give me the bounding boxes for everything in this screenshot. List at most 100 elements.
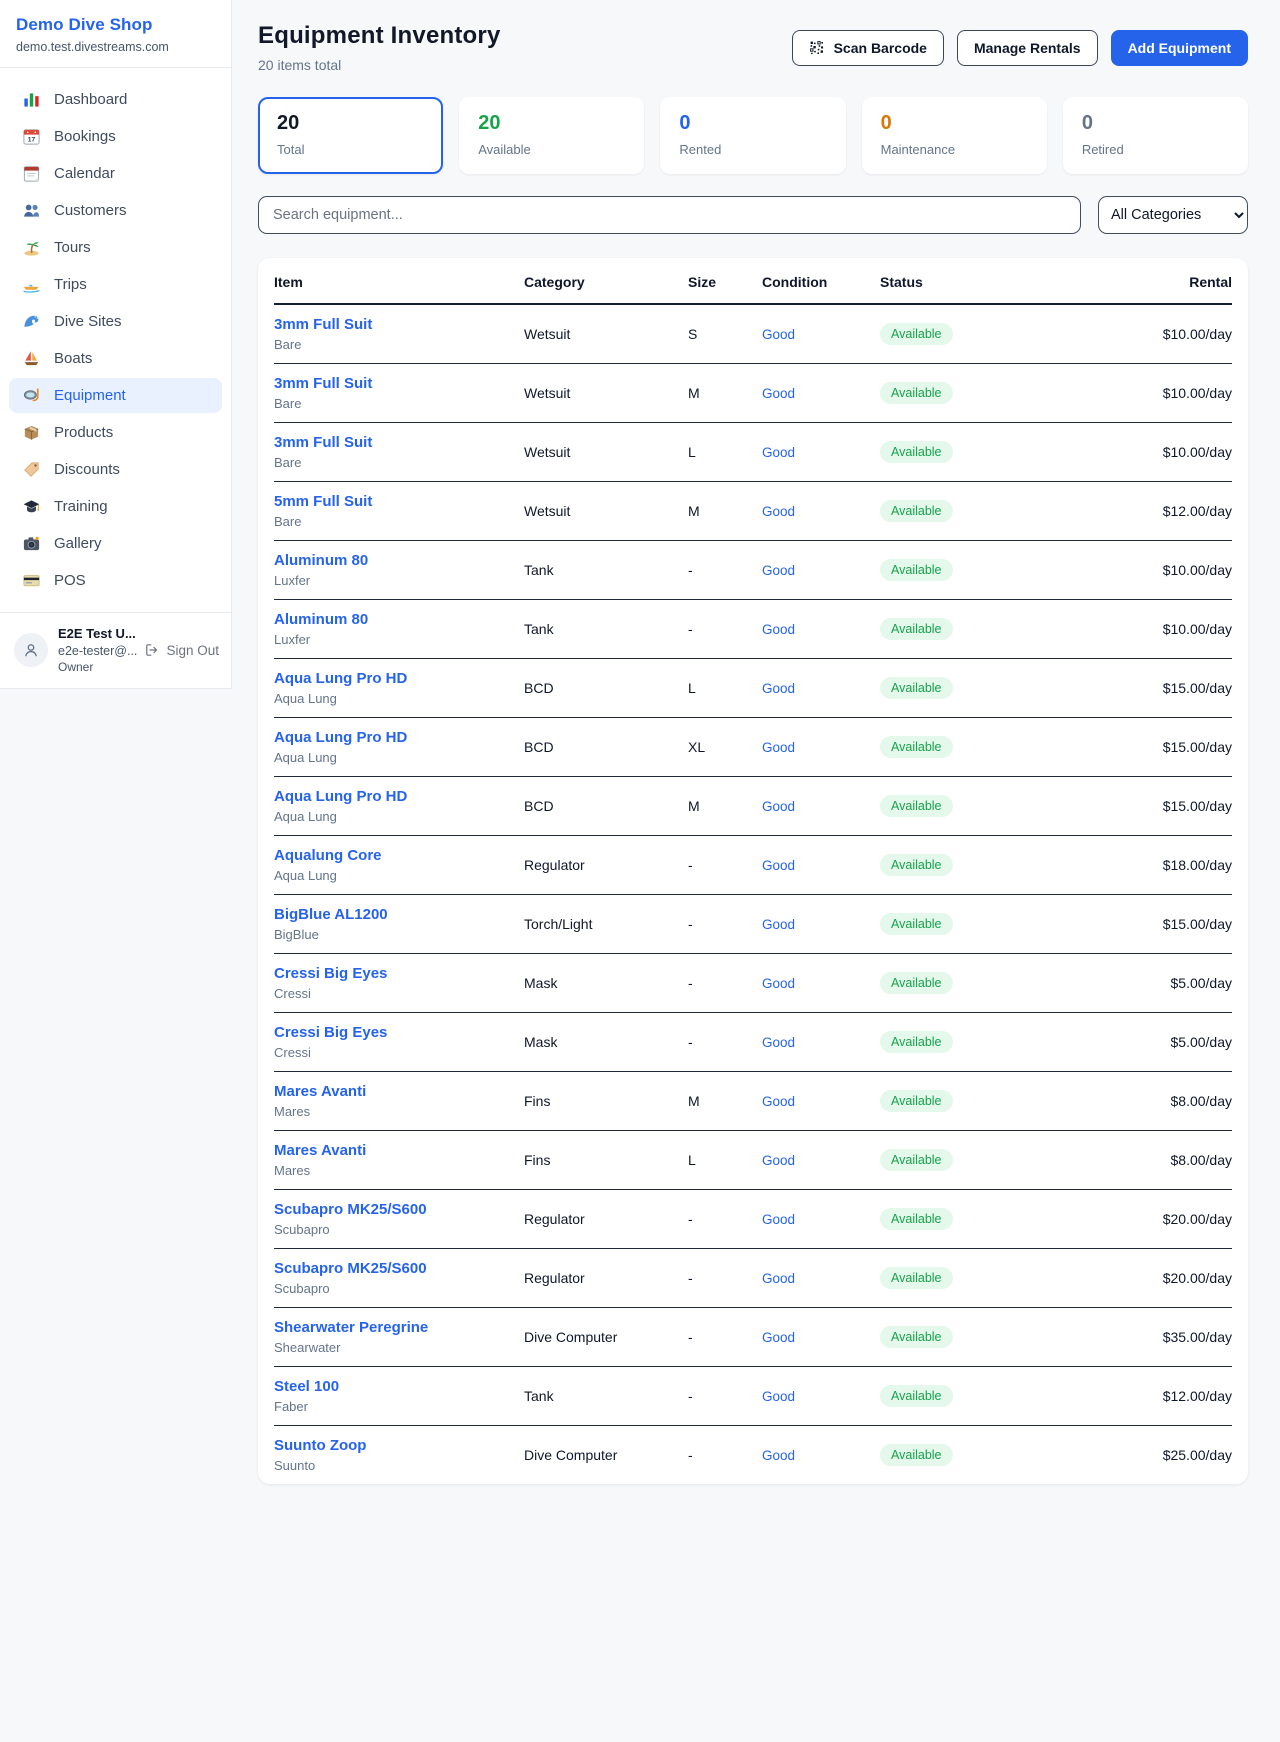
sidebar-item-trips[interactable]: Trips (9, 267, 222, 302)
search-input[interactable] (258, 196, 1081, 234)
item-size: - (688, 895, 762, 954)
header-actions: Scan Barcode Manage Rentals Add Equipmen… (792, 30, 1248, 66)
sidebar-nav: Dashboard 17 Bookings Calendar Customers… (0, 68, 231, 612)
item-rental: $10.00/day (1080, 423, 1232, 482)
sidebar-item-label: Discounts (54, 461, 120, 478)
item-category: BCD (524, 659, 688, 718)
stat-card-rented[interactable]: 0 Rented (660, 97, 845, 174)
item-link[interactable]: Mares Avanti (274, 1083, 524, 1100)
item-rental: $10.00/day (1080, 364, 1232, 423)
item-link[interactable]: Shearwater Peregrine (274, 1319, 524, 1336)
condition-link[interactable]: Good (762, 1094, 795, 1109)
item-link[interactable]: Aluminum 80 (274, 552, 524, 569)
sidebar-item-dive-sites[interactable]: Dive Sites (9, 304, 222, 339)
item-brand: Bare (274, 337, 524, 352)
condition-link[interactable]: Good (762, 1271, 795, 1286)
condition-link[interactable]: Good (762, 622, 795, 637)
package-icon (22, 423, 41, 442)
item-link[interactable]: Aluminum 80 (274, 611, 524, 628)
condition-link[interactable]: Good (762, 799, 795, 814)
scan-barcode-button[interactable]: Scan Barcode (792, 30, 944, 66)
item-rental: $10.00/day (1080, 541, 1232, 600)
sidebar-item-label: Calendar (54, 165, 115, 182)
sidebar-item-customers[interactable]: Customers (9, 193, 222, 228)
stat-card-retired[interactable]: 0 Retired (1063, 97, 1248, 174)
item-link[interactable]: Steel 100 (274, 1378, 524, 1395)
item-link[interactable]: 3mm Full Suit (274, 375, 524, 392)
condition-link[interactable]: Good (762, 1212, 795, 1227)
user-role: Owner (58, 659, 134, 675)
condition-link[interactable]: Good (762, 1035, 795, 1050)
item-link[interactable]: Cressi Big Eyes (274, 965, 524, 982)
item-link[interactable]: Cressi Big Eyes (274, 1024, 524, 1041)
item-link[interactable]: Scubapro MK25/S600 (274, 1201, 524, 1218)
sidebar-item-dashboard[interactable]: Dashboard (9, 82, 222, 117)
item-link[interactable]: Aqua Lung Pro HD (274, 670, 524, 687)
stat-card-maintenance[interactable]: 0 Maintenance (862, 97, 1047, 174)
sidebar-item-training[interactable]: Training (9, 489, 222, 524)
column-header-category: Category (524, 258, 688, 304)
condition-link[interactable]: Good (762, 445, 795, 460)
condition-link[interactable]: Good (762, 386, 795, 401)
stat-card-available[interactable]: 20 Available (459, 97, 644, 174)
brand: Demo Dive Shop demo.test.divestreams.com (0, 0, 231, 67)
item-brand: Aqua Lung (274, 809, 524, 824)
sailboat-icon (22, 349, 41, 368)
table-row: Scubapro MK25/S600 Scubapro Regulator - … (274, 1190, 1232, 1249)
sidebar-item-calendar[interactable]: Calendar (9, 156, 222, 191)
item-link[interactable]: BigBlue AL1200 (274, 906, 524, 923)
category-select[interactable]: All Categories (1098, 196, 1248, 234)
condition-link[interactable]: Good (762, 1330, 795, 1345)
item-link[interactable]: 5mm Full Suit (274, 493, 524, 510)
condition-link[interactable]: Good (762, 740, 795, 755)
sidebar-item-tours[interactable]: Tours (9, 230, 222, 265)
column-header-status: Status (880, 258, 1080, 304)
item-brand: Scubapro (274, 1281, 524, 1296)
item-rental: $20.00/day (1080, 1190, 1232, 1249)
condition-link[interactable]: Good (762, 504, 795, 519)
sidebar-item-pos[interactable]: POS (9, 563, 222, 598)
item-link[interactable]: Aqua Lung Pro HD (274, 788, 524, 805)
item-link[interactable]: Mares Avanti (274, 1142, 524, 1159)
add-equipment-button[interactable]: Add Equipment (1111, 30, 1248, 66)
sidebar-item-boats[interactable]: Boats (9, 341, 222, 376)
sidebar-item-label: Equipment (54, 387, 126, 404)
item-size: L (688, 1131, 762, 1190)
table-row: Cressi Big Eyes Cressi Mask - Good Avail… (274, 1013, 1232, 1072)
item-brand: Aqua Lung (274, 750, 524, 765)
item-brand: Cressi (274, 1045, 524, 1060)
table-row: BigBlue AL1200 BigBlue Torch/Light - Goo… (274, 895, 1232, 954)
stat-card-total[interactable]: 20 Total (258, 97, 443, 174)
status-badge: Available (880, 795, 953, 817)
item-link[interactable]: Aqua Lung Pro HD (274, 729, 524, 746)
manage-rentals-button[interactable]: Manage Rentals (957, 30, 1098, 66)
sidebar-item-gallery[interactable]: Gallery (9, 526, 222, 561)
condition-link[interactable]: Good (762, 917, 795, 932)
main-content: Equipment Inventory 20 items total (232, 0, 1280, 1524)
condition-link[interactable]: Good (762, 858, 795, 873)
item-link[interactable]: 3mm Full Suit (274, 434, 524, 451)
user-name: E2E Test U... (58, 625, 134, 643)
sidebar-item-equipment[interactable]: Equipment (9, 378, 222, 413)
item-category: Regulator (524, 836, 688, 895)
shop-title: Demo Dive Shop (16, 15, 215, 35)
item-link[interactable]: 3mm Full Suit (274, 316, 524, 333)
sidebar-item-discounts[interactable]: Discounts (9, 452, 222, 487)
condition-link[interactable]: Good (762, 976, 795, 991)
condition-link[interactable]: Good (762, 1389, 795, 1404)
item-link[interactable]: Suunto Zoop (274, 1437, 524, 1454)
sidebar-item-label: Bookings (54, 128, 116, 145)
table-row: Steel 100 Faber Tank - Good Available $1… (274, 1367, 1232, 1426)
condition-link[interactable]: Good (762, 1153, 795, 1168)
item-rental: $8.00/day (1080, 1072, 1232, 1131)
condition-link[interactable]: Good (762, 563, 795, 578)
sidebar-item-bookings[interactable]: 17 Bookings (9, 119, 222, 154)
condition-link[interactable]: Good (762, 681, 795, 696)
sidebar-item-products[interactable]: Products (9, 415, 222, 450)
item-link[interactable]: Aqualung Core (274, 847, 524, 864)
condition-link[interactable]: Good (762, 1448, 795, 1463)
item-link[interactable]: Scubapro MK25/S600 (274, 1260, 524, 1277)
condition-link[interactable]: Good (762, 327, 795, 342)
sign-out-button[interactable]: Sign Out (144, 642, 219, 658)
table-body: 3mm Full Suit Bare Wetsuit S Good Availa… (274, 304, 1232, 1484)
